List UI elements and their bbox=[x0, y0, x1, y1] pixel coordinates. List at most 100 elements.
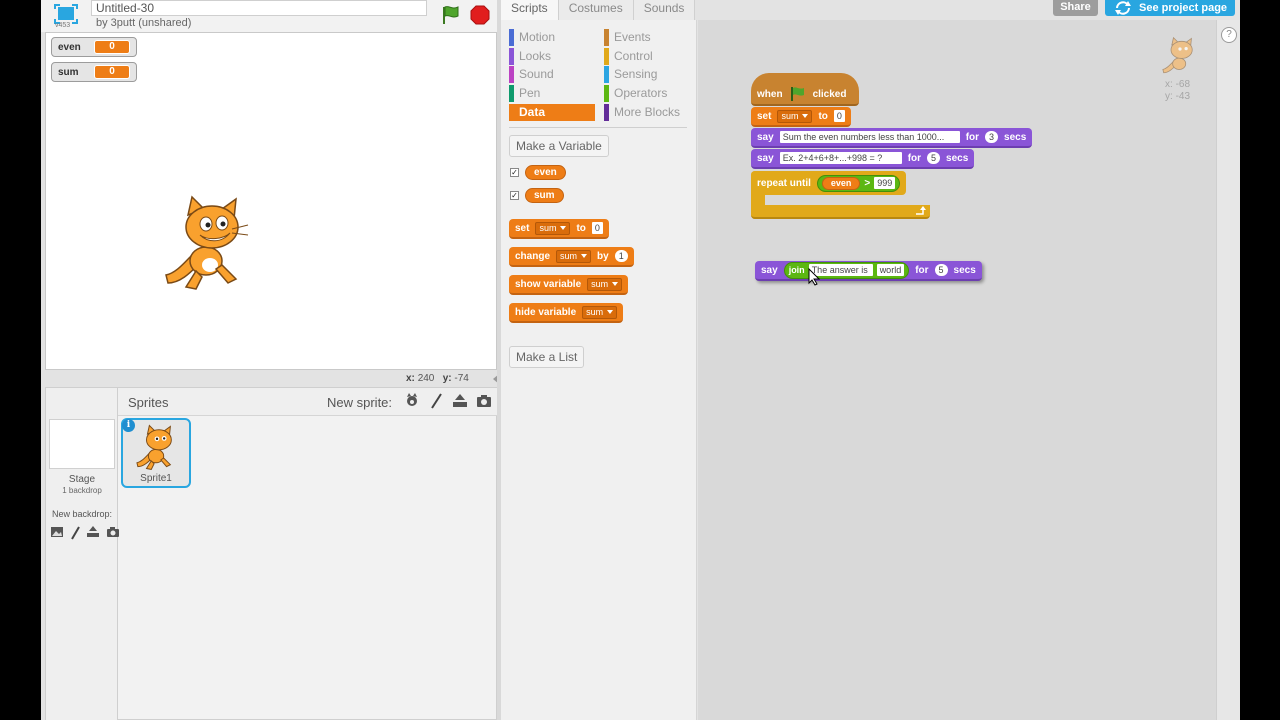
when-flag-clicked-hat-block[interactable]: when clicked bbox=[751, 73, 859, 106]
block-label: to bbox=[576, 222, 586, 234]
camera-sprite-icon[interactable] bbox=[474, 392, 494, 410]
sprite-x-label: x: bbox=[1165, 79, 1173, 90]
category-swatch bbox=[604, 29, 609, 46]
refresh-icon bbox=[1115, 1, 1131, 15]
scripts-scrollbar[interactable] bbox=[1216, 20, 1240, 720]
stage-canvas[interactable]: even 0 sum 0 bbox=[45, 32, 497, 370]
repeat-until-bottom bbox=[751, 205, 930, 219]
variable-dropdown[interactable]: sum bbox=[777, 109, 813, 123]
say-for-secs-block[interactable]: say Ex. 2+4+6+8+...+998 = ? for 5 secs bbox=[751, 149, 975, 169]
stage-selector[interactable]: Stage 1 backdrop New backdrop: bbox=[46, 388, 120, 720]
category-looks[interactable]: Looks bbox=[509, 48, 551, 65]
variable-checkbox-sum[interactable]: ✓ bbox=[510, 191, 519, 200]
category-swatch bbox=[604, 66, 609, 83]
see-project-page-label: See project page bbox=[1139, 2, 1228, 14]
sprite-position-readout: x: -68 y: -43 bbox=[1165, 79, 1190, 103]
category-sensing[interactable]: Sensing bbox=[604, 66, 657, 83]
category-label: Data bbox=[519, 105, 546, 119]
category-swatch bbox=[509, 85, 514, 102]
category-swatch bbox=[604, 104, 609, 121]
variable-reporter-even[interactable]: even bbox=[525, 165, 566, 180]
category-events[interactable]: Events bbox=[604, 29, 651, 46]
monitor-label: even bbox=[58, 41, 81, 53]
upload-sprite-icon[interactable] bbox=[450, 392, 470, 410]
variable-dropdown[interactable]: sum bbox=[556, 249, 592, 263]
stage-thumbnail[interactable] bbox=[49, 419, 115, 469]
category-label: Pen bbox=[519, 86, 541, 100]
value-input[interactable]: 0 bbox=[591, 222, 603, 234]
tab-sounds[interactable]: Sounds bbox=[633, 0, 696, 20]
set-variable-block[interactable]: set sum to 0 bbox=[509, 219, 609, 239]
version-label: v453 bbox=[55, 22, 71, 29]
sprite-library-icon[interactable] bbox=[402, 392, 422, 410]
repeat-until-block[interactable]: repeat until even > 999 bbox=[751, 171, 907, 195]
category-swatch bbox=[604, 85, 609, 102]
category-operators[interactable]: Operators bbox=[604, 85, 667, 102]
sprite-y-label: y: bbox=[1165, 91, 1173, 102]
help-icon[interactable]: ? bbox=[1221, 27, 1237, 43]
secs-input[interactable]: 5 bbox=[927, 152, 941, 164]
paint-new-sprite-icon[interactable] bbox=[426, 392, 446, 410]
join-operator[interactable]: join The answer is world bbox=[783, 261, 910, 279]
join-text-input-2[interactable]: world bbox=[876, 264, 905, 276]
variable-dropdown[interactable]: sum bbox=[587, 277, 623, 291]
variable-monitor-even[interactable]: even 0 bbox=[51, 37, 137, 57]
greater-than-operator[interactable]: even > 999 bbox=[816, 174, 901, 192]
variable-checkbox-even[interactable]: ✓ bbox=[510, 168, 519, 177]
say-text-input[interactable]: Sum the even numbers less than 1000... bbox=[779, 131, 960, 143]
project-title-input[interactable] bbox=[91, 0, 427, 16]
say-join-for-secs-block[interactable]: say join The answer is world for 5 secs bbox=[755, 261, 982, 281]
upload-icon[interactable] bbox=[86, 526, 100, 538]
secs-input[interactable]: 5 bbox=[934, 264, 948, 276]
category-data[interactable]: Data bbox=[509, 104, 595, 121]
block-label: for bbox=[915, 264, 929, 276]
hide-variable-block[interactable]: hide variable sum bbox=[509, 303, 624, 323]
see-project-page-button[interactable]: See project page bbox=[1105, 0, 1235, 16]
share-button[interactable]: Share bbox=[1053, 0, 1098, 16]
make-list-button[interactable]: Make a List bbox=[509, 346, 585, 368]
variable-dropdown[interactable]: sum bbox=[582, 305, 618, 319]
green-flag-icon[interactable] bbox=[439, 4, 461, 26]
category-swatch bbox=[509, 66, 514, 83]
compare-value-input[interactable]: 999 bbox=[874, 177, 896, 189]
category-swatch bbox=[509, 48, 514, 65]
category-pen[interactable]: Pen bbox=[509, 85, 540, 102]
sprite-y-value: -43 bbox=[1175, 91, 1191, 102]
camera-icon[interactable] bbox=[106, 526, 120, 538]
mouse-y-value: -74 bbox=[454, 373, 469, 384]
say-for-secs-block[interactable]: say Sum the even numbers less than 1000.… bbox=[751, 128, 1033, 148]
monitor-value: 0 bbox=[94, 65, 130, 79]
variable-reporter-even[interactable]: even bbox=[821, 176, 861, 190]
block-label: secs bbox=[953, 264, 976, 276]
variable-monitor-sum[interactable]: sum 0 bbox=[51, 62, 137, 82]
block-label: say bbox=[757, 152, 774, 164]
variable-reporter-sum[interactable]: sum bbox=[525, 188, 564, 203]
tab-costumes[interactable]: Costumes bbox=[558, 0, 634, 20]
mouse-cursor-icon bbox=[808, 268, 820, 286]
image-library-icon[interactable] bbox=[50, 526, 64, 538]
value-input[interactable]: 0 bbox=[833, 110, 845, 122]
category-label: Control bbox=[614, 49, 653, 63]
category-motion[interactable]: Motion bbox=[509, 29, 555, 46]
category-more-blocks[interactable]: More Blocks bbox=[604, 104, 680, 121]
set-sum-block[interactable]: set sum to 0 bbox=[751, 107, 851, 127]
tab-scripts[interactable]: Scripts bbox=[501, 0, 559, 20]
variable-dropdown[interactable]: sum bbox=[535, 221, 571, 235]
make-variable-button[interactable]: Make a Variable bbox=[509, 135, 609, 157]
stop-sign-icon[interactable] bbox=[470, 5, 490, 25]
say-text-input[interactable]: Ex. 2+4+6+8+...+998 = ? bbox=[779, 152, 902, 164]
mouse-x-label: x: bbox=[406, 373, 415, 384]
cat-sprite-on-stage[interactable] bbox=[162, 193, 254, 291]
value-input[interactable]: 1 bbox=[614, 250, 628, 262]
change-variable-block[interactable]: change sum by 1 bbox=[509, 247, 634, 267]
secs-input[interactable]: 3 bbox=[985, 131, 999, 143]
loop-arrow-icon bbox=[916, 206, 926, 215]
show-variable-block[interactable]: show variable sum bbox=[509, 275, 629, 295]
block-label: change bbox=[515, 250, 551, 262]
category-control[interactable]: Control bbox=[604, 48, 653, 65]
sprite-info-icon[interactable]: i bbox=[122, 419, 135, 432]
sprite-tile-sprite1[interactable]: i Sprite1 bbox=[121, 418, 191, 488]
paint-brush-icon[interactable] bbox=[70, 526, 80, 540]
category-sound[interactable]: Sound bbox=[509, 66, 554, 83]
block-label: secs bbox=[946, 152, 969, 164]
